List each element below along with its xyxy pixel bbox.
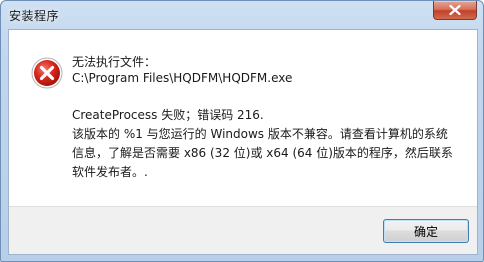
message-heading: 无法执行文件：: [72, 55, 157, 69]
error-icon: [31, 57, 63, 89]
close-button[interactable]: [433, 1, 477, 20]
window-title: 安装程序: [9, 9, 60, 23]
message-area: 无法执行文件： C:\Program Files\HQDFM\HQDFM.exe…: [9, 30, 477, 207]
dialog-window: 安装程序 无法执行文件： C:\Program Files\HQDFM\HQDF…: [0, 0, 484, 262]
button-bar: 确定: [9, 206, 477, 254]
message-error-code: CreateProcess 失败；错误码 216.: [72, 108, 264, 122]
message-detail-line2: 信息，了解是否需要 x86 (32 位)或 x64 (64 位)版本的程序，然后…: [72, 146, 453, 160]
message-detail-line3: 软件发布者。.: [72, 165, 148, 179]
message-detail-line1: 该版本的 %1 与您运行的 Windows 版本不兼容。请查看计算机的系统: [72, 127, 448, 141]
close-icon: [449, 5, 461, 15]
dialog-client: 无法执行文件： C:\Program Files\HQDFM\HQDFM.exe…: [8, 29, 478, 255]
title-bar[interactable]: 安装程序: [1, 1, 483, 29]
ok-button[interactable]: 确定: [383, 219, 469, 243]
message-file-path: C:\Program Files\HQDFM\HQDFM.exe: [72, 71, 293, 85]
